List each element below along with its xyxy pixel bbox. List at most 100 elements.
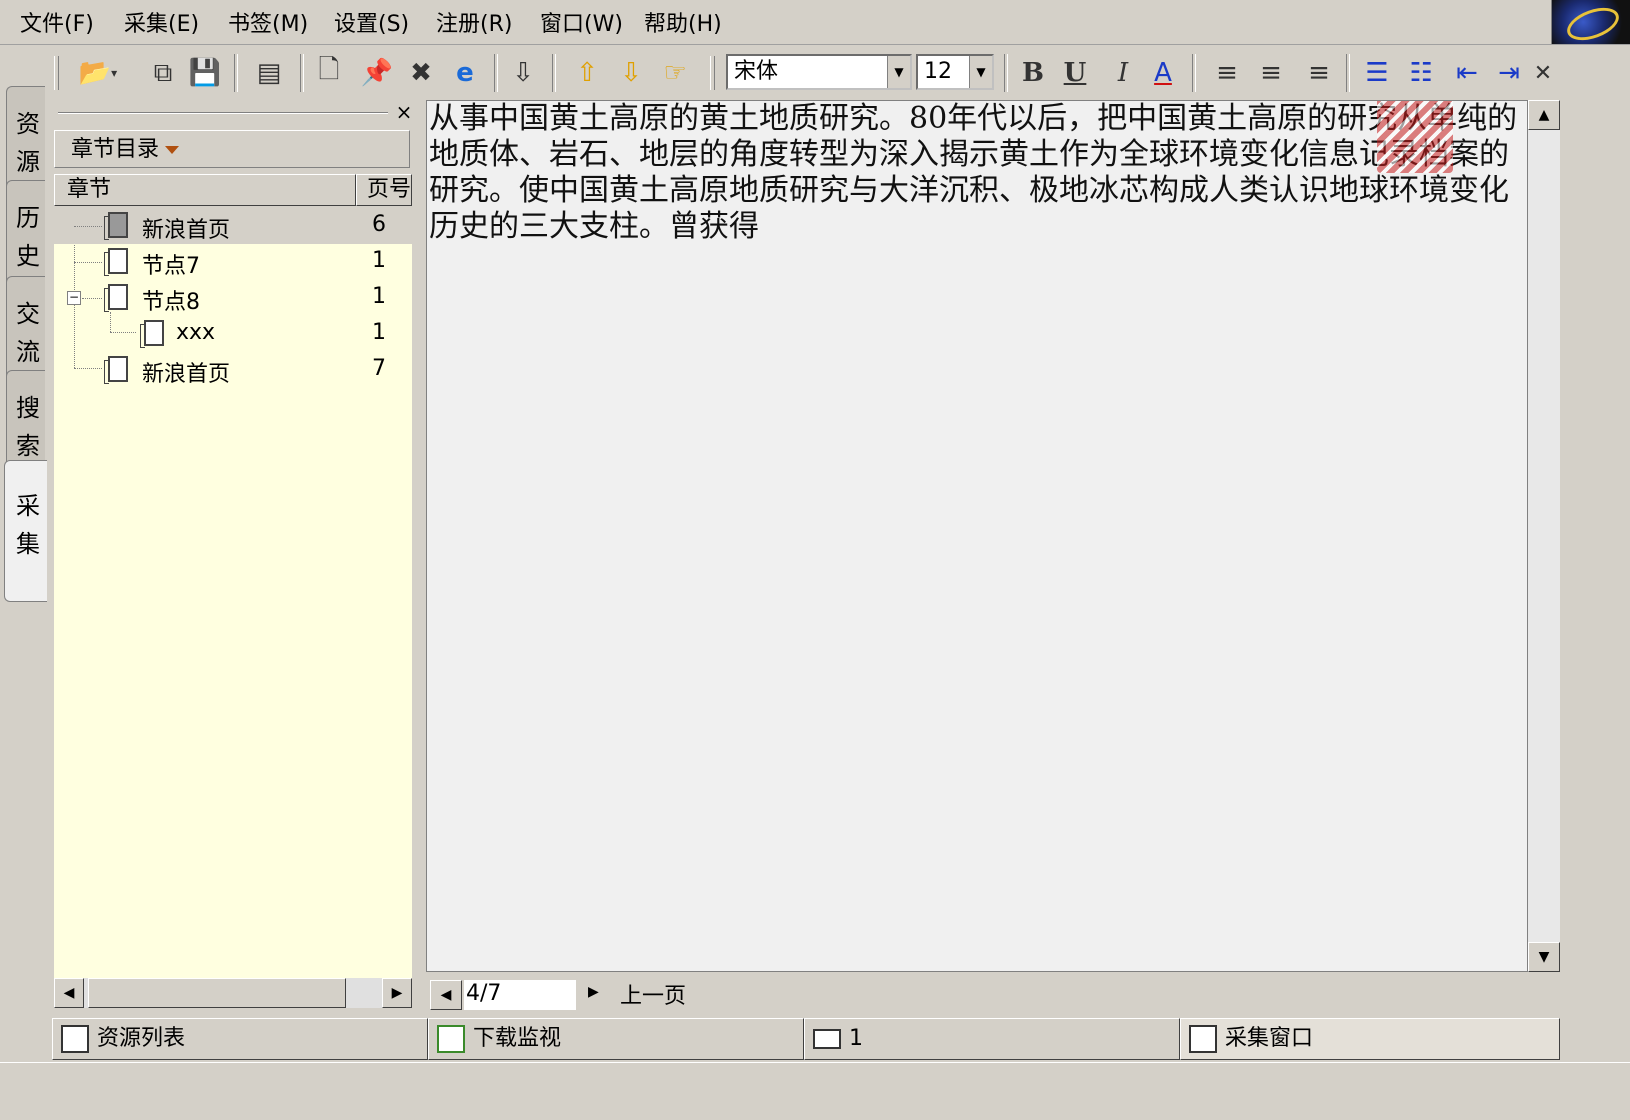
close-toolbar-button[interactable]: ✕ (1524, 54, 1562, 92)
save-icon[interactable]: 💾 (186, 54, 224, 92)
up-arrow-icon[interactable]: ⇧ (568, 54, 606, 92)
align-left-icon[interactable]: ≡ (1208, 54, 1246, 92)
toolbar-separator (1004, 54, 1008, 92)
page-icon (140, 320, 164, 348)
font-size-select[interactable]: 12 ▼ (916, 54, 994, 90)
window-tab-book[interactable]: 1 (804, 1018, 1180, 1060)
menu-settings[interactable]: 设置(S) (334, 6, 409, 38)
bold-button[interactable]: B (1014, 54, 1052, 92)
chapter-catalog-label: 章节目录 (71, 137, 160, 162)
underline-button[interactable]: U (1056, 54, 1094, 92)
toolbar-separator (552, 54, 556, 92)
tree-row-page: 1 (372, 248, 386, 273)
goto-icon[interactable]: ☞ (656, 54, 694, 92)
toolbar-separator (494, 54, 498, 92)
scroll-right-icon[interactable]: ▶ (382, 978, 412, 1008)
list-icon (61, 1025, 89, 1053)
page-number-input[interactable]: 4/7 (464, 980, 576, 1010)
column-header-page[interactable]: 页号 (356, 174, 412, 206)
content-vertical-scrollbar[interactable]: ▲ ▼ (1528, 100, 1560, 972)
insert-page-icon[interactable]: 📌 (358, 54, 396, 92)
align-center-icon[interactable]: ≡ (1252, 54, 1290, 92)
chapter-catalog-dropdown[interactable]: 章节目录 (54, 130, 410, 168)
scrollbar-thumb[interactable] (88, 978, 346, 1008)
chapter-tree: 新浪首页 6 节点7 1 − 节点8 1 xxx 1 新浪首页 7 (54, 208, 412, 978)
bookmark-icon[interactable]: ⇩ (504, 54, 542, 92)
tree-row[interactable]: − 节点8 1 (54, 280, 412, 316)
menu-register[interactable]: 注册(R) (436, 6, 512, 38)
caret-down-icon (165, 146, 180, 154)
open-folder-icon[interactable]: 📂 ▾ (72, 54, 124, 92)
status-strip (0, 1062, 1630, 1120)
toolbar-separator (1192, 54, 1196, 92)
prev-page-arrow-icon[interactable]: ◀ (430, 980, 462, 1010)
tree-connector (110, 332, 136, 333)
toolbar-separator (1346, 54, 1350, 92)
down-arrow-icon[interactable]: ⇩ (612, 54, 650, 92)
chevron-down-icon[interactable]: ▼ (969, 56, 992, 88)
tree-row[interactable]: 新浪首页 6 (54, 208, 412, 244)
tree-horizontal-scrollbar[interactable]: ◀ ▶ (54, 978, 412, 1008)
tree-connector (74, 368, 102, 369)
scroll-up-icon[interactable]: ▲ (1528, 100, 1560, 130)
window-tab-label: 采集窗口 (1225, 1026, 1314, 1051)
chevron-down-icon[interactable]: ▼ (887, 56, 910, 88)
next-page-arrow-icon[interactable]: ▶ (588, 984, 599, 1000)
window-tab-resource-list[interactable]: 资源列表 (52, 1018, 428, 1060)
tree-row[interactable]: 新浪首页 7 (54, 352, 412, 388)
catalog-icon[interactable]: ▤ (250, 54, 288, 92)
copy-icon[interactable]: ⧉ (144, 54, 182, 92)
tab-collect[interactable]: 采集 (4, 460, 47, 602)
font-size-value: 12 (924, 59, 952, 84)
window-tab-label: 资源列表 (97, 1026, 186, 1051)
delete-page-icon[interactable]: ✖ (402, 54, 440, 92)
page-icon (104, 356, 128, 384)
new-page-icon[interactable]: 🗋 (310, 54, 348, 92)
menu-help[interactable]: 帮助(H) (644, 6, 722, 38)
tree-row[interactable]: xxx 1 (54, 316, 412, 352)
panel-close-button[interactable]: × (394, 100, 414, 126)
book-icon (813, 1029, 841, 1049)
menu-collect[interactable]: 采集(E) (124, 6, 199, 38)
page-navigation: ◀ 4/7 ▶ 上一页 (430, 978, 830, 1012)
watermark-logo-icon (1377, 101, 1453, 173)
scroll-down-icon[interactable]: ▼ (1528, 942, 1560, 972)
bullet-list-icon[interactable]: ☷ (1402, 54, 1440, 92)
prev-page-link[interactable]: 上一页 (620, 978, 686, 1010)
tree-row-label: xxx (176, 320, 216, 345)
window-tab-download-monitor[interactable]: 下载监视 (428, 1018, 804, 1060)
indent-increase-icon[interactable]: ⇥ (1490, 54, 1528, 92)
tree-row[interactable]: 节点7 1 (54, 244, 412, 280)
toolbar: 📂 ▾ ⧉ 💾 ▤ 🗋 📌 ✖ e ⇩ ⇧ ⇩ ☞ 宋体 ▼ 12 ▼ B U I… (48, 46, 1630, 100)
font-color-button[interactable]: A (1144, 54, 1182, 92)
tree-row-page: 1 (372, 320, 386, 345)
menu-window[interactable]: 窗口(W) (540, 6, 623, 38)
align-right-icon[interactable]: ≡ (1300, 54, 1338, 92)
tree-row-label: 节点7 (142, 254, 200, 279)
menu-bar: 文件(F) 采集(E) 书签(M) 设置(S) 注册(R) 窗口(W) 帮助(H… (0, 0, 1630, 47)
brand-logo-icon (1551, 0, 1630, 47)
content-viewer[interactable]: 从事中国黄土高原的黄土地质研究。80年代以后，把中国黄土高原的研究从单纯的地质体… (426, 100, 1528, 972)
font-name-select[interactable]: 宋体 ▼ (726, 54, 912, 90)
tree-header: 章节 页号 (54, 174, 412, 208)
window-tab-collect[interactable]: 采集窗口 (1180, 1018, 1560, 1060)
toolbar-separator (234, 54, 238, 92)
menu-bookmarks[interactable]: 书签(M) (228, 6, 308, 38)
tree-row-page: 6 (372, 212, 386, 237)
toolbar-separator (300, 54, 304, 92)
numbered-list-icon[interactable]: ☰ (1358, 54, 1396, 92)
toolbar-grip[interactable] (54, 56, 59, 90)
tree-connector (74, 226, 102, 227)
tree-connector (82, 298, 102, 299)
scroll-left-icon[interactable]: ◀ (54, 978, 84, 1008)
italic-button[interactable]: I (1104, 54, 1142, 92)
tree-row-label: 节点8 (142, 290, 200, 315)
collapse-icon[interactable]: − (67, 291, 81, 305)
browser-icon[interactable]: e (446, 54, 484, 92)
menu-file[interactable]: 文件(F) (20, 6, 94, 38)
column-header-chapter[interactable]: 章节 (54, 174, 356, 206)
toolbar-grip[interactable] (710, 56, 715, 90)
vertical-tab-strip: 资源 历史 交流 搜索 采集 (0, 46, 48, 1016)
indent-decrease-icon[interactable]: ⇤ (1448, 54, 1486, 92)
page-icon (104, 284, 128, 312)
